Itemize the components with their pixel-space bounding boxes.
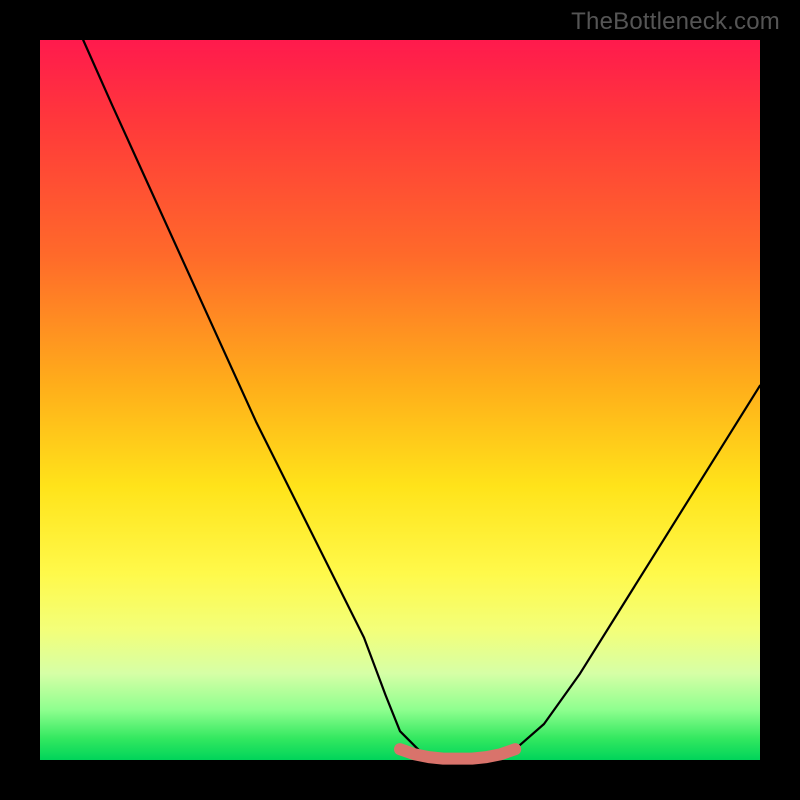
curve-overlay bbox=[40, 40, 760, 760]
optimal-band-path bbox=[400, 749, 515, 758]
chart-frame: TheBottleneck.com bbox=[0, 0, 800, 800]
watermark-text: TheBottleneck.com bbox=[571, 8, 780, 36]
plot-area bbox=[40, 40, 760, 760]
bottleneck-curve-path bbox=[83, 40, 760, 760]
